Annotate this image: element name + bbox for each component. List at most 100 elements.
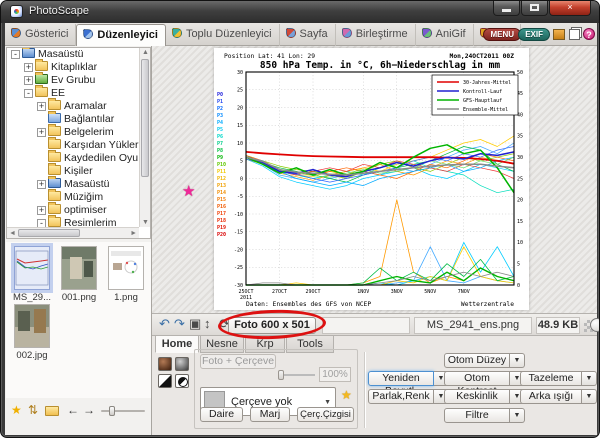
margin-button[interactable]: Marj [250,407,290,422]
expand-icon[interactable]: + [37,128,46,137]
expand-icon[interactable]: + [37,102,46,111]
svg-text:GFS-Hauptlauf: GFS-Hauptlauf [463,98,502,104]
expand-icon[interactable]: + [24,63,33,72]
image-canvas[interactable]: 25OCT201127OCT29OCT1NOV3NOV5NOV7NOV-30-2… [152,46,597,313]
expand-icon[interactable]: + [37,180,46,189]
blackwhite-swatch-button[interactable] [158,374,172,388]
thumbnail-1-png[interactable]: 1.png [104,246,148,303]
tazeleme-button[interactable]: Tazeleme [520,371,582,386]
loaded-image[interactable]: 25OCT201127OCT29OCT1NOV3NOV5NOV7NOV-30-2… [214,48,529,310]
tree-item-label: Ev Grubu [51,74,95,86]
canvas-status-bar: ↶↷▣↕⟳ Foto 600 x 501 MS_2941_ens.png 48.… [152,313,597,336]
tree-item-ev-grubu[interactable]: + Ev Grubu [7,74,150,87]
otom-düzey-button[interactable]: Otom Düzey [444,353,510,368]
title-bar: PhotoScape × [1,1,599,23]
tree-horizontal-scrollbar[interactable]: ◄ ► [7,227,139,238]
help-icon[interactable]: ? [583,28,595,40]
zoom-dial-icon[interactable] [590,318,600,332]
folder-icon [48,217,61,227]
circle-button[interactable]: Daire [200,407,243,422]
chevron-down-icon[interactable]: ▼ [582,389,597,404]
tree-item-masaüstü[interactable]: -Masaüstü [7,48,150,61]
thumbnail-image[interactable] [61,246,97,290]
thumbnail-image[interactable] [108,246,144,290]
open-folder-icon[interactable] [45,406,59,416]
expand-icon[interactable]: + [24,76,33,85]
svg-text:P16: P16 [217,204,226,210]
otom-kontrast-button[interactable]: Otom Kontrast [444,371,510,386]
close-button[interactable]: × [549,1,591,16]
thumbnail-size-slider[interactable] [101,410,145,412]
tree-item-kişiler[interactable]: Kişiler [7,165,150,178]
chevron-down-icon[interactable]: ▼ [582,371,597,386]
svg-text:29OCT: 29OCT [305,289,320,295]
photo-frame-icon[interactable] [553,29,565,40]
maximize-button[interactable] [521,1,548,16]
arka-ışığı-button[interactable]: Arka ışığı [520,389,582,404]
folder-icon [48,204,61,214]
copy-icon[interactable] [569,29,580,40]
refresh-icon[interactable]: ⇅ [28,403,38,417]
photo-frame-button[interactable]: Foto + Çerçeve [200,354,276,369]
threshold-swatch-button[interactable] [175,374,189,388]
undo-icon[interactable]: ↶ [159,316,170,332]
tree-item-müziğim[interactable]: Müziğim [7,191,150,204]
redo-icon[interactable]: ↷ [174,316,185,332]
tab-toplu-düzenleyici[interactable]: Toplu Düzenleyici [166,24,280,46]
tree-item-bağlantılar[interactable]: Bağlantılar [7,113,150,126]
photo-size-button[interactable]: Foto 600 x 501 [228,317,316,334]
chevron-down-icon[interactable]: ▼ [510,408,525,423]
minimize-button[interactable] [493,1,520,16]
parlak-renk-button[interactable]: Parlak,Renk [368,389,434,404]
yeniden-boyutl--button[interactable]: Yeniden Boyutl. [368,371,434,386]
folder-tree[interactable]: -Masaüstü+Kitaplıklar+Ev Grubu-EE+Aramal… [6,47,151,239]
thumbnail-image[interactable] [14,246,50,290]
exif-button[interactable]: EXIF [518,28,550,41]
tree-item-masaüstü[interactable]: +Masaüstü [7,178,150,191]
thumbnail-ms_29-[interactable]: MS_29... [10,246,54,303]
tree-item-karşıdan-yükler[interactable]: Karşıdan Yükler [7,139,150,152]
tree-item-label: Belgelerim [64,126,114,138]
svg-text:P7: P7 [217,141,223,147]
frame-slider[interactable] [279,374,315,376]
back-icon[interactable]: ← [67,403,79,417]
collapse-icon[interactable]: - [24,89,33,98]
fit-screen-icon[interactable]: ▣ [189,316,201,332]
expand-icon[interactable]: + [37,206,46,215]
grayscale-swatch-button[interactable] [175,357,189,371]
tab-anigif[interactable]: AniGif [416,24,474,46]
favorites-star-icon[interactable]: ★ [11,403,22,417]
frame-line-button[interactable]: Çerç.Çizgisi [297,407,354,422]
svg-text:25: 25 [517,176,523,182]
tree-item-belgelerim[interactable]: + Belgelerim [7,126,150,139]
tree-vertical-scrollbar[interactable]: ▲ ▼ [139,48,150,227]
tab-gösterici[interactable]: Gösterici [5,24,76,46]
svg-text:850 hPa Temp. in °C, 6h−Nieder: 850 hPa Temp. in °C, 6h−Niederschlag in … [260,60,500,71]
forward-icon[interactable]: → [83,403,95,417]
thumbnail-002-jpg[interactable]: 002.jpg [10,304,54,361]
sepia-swatch-button[interactable] [158,357,172,371]
svg-text:30-Jahres-Mittel: 30-Jahres-Mittel [463,80,511,86]
thumbnail-image[interactable] [14,304,50,348]
tree-item-kitaplıklar[interactable]: +Kitaplıklar [7,61,150,74]
tree-item-ee[interactable]: -EE [7,87,150,100]
filtre-button[interactable]: Filtre [444,408,510,423]
thumbnail-001-png[interactable]: 001.png [57,246,101,303]
chevron-down-icon[interactable]: ▼ [510,353,525,368]
resize-icon[interactable]: ↕ [204,316,211,331]
tab-birleştirme[interactable]: Birleştirme [336,24,416,46]
collapse-icon[interactable]: - [11,50,20,59]
menu-button[interactable]: MENU [483,28,521,41]
tab-düzenleyici[interactable]: Düzenleyici [76,24,166,46]
tab-sayfa[interactable]: Sayfa [280,24,336,46]
svg-text:-20: -20 [234,247,243,253]
tree-item-aramalar[interactable]: +Aramalar [7,100,150,113]
editor-tab-home[interactable]: Home [155,336,199,353]
svg-text:P17: P17 [217,211,226,217]
favorite-frame-star-icon[interactable]: ★ [341,388,352,402]
svg-text:10: 10 [237,141,243,147]
left-panel-toolbar: ★ ⇅ ← → [5,401,152,423]
tree-item-optimiser[interactable]: +optimiser [7,204,150,217]
keskinlik-button[interactable]: Keskinlik [444,389,510,404]
tree-item-kaydedilen-oyu[interactable]: Kaydedilen Oyu [7,152,150,165]
